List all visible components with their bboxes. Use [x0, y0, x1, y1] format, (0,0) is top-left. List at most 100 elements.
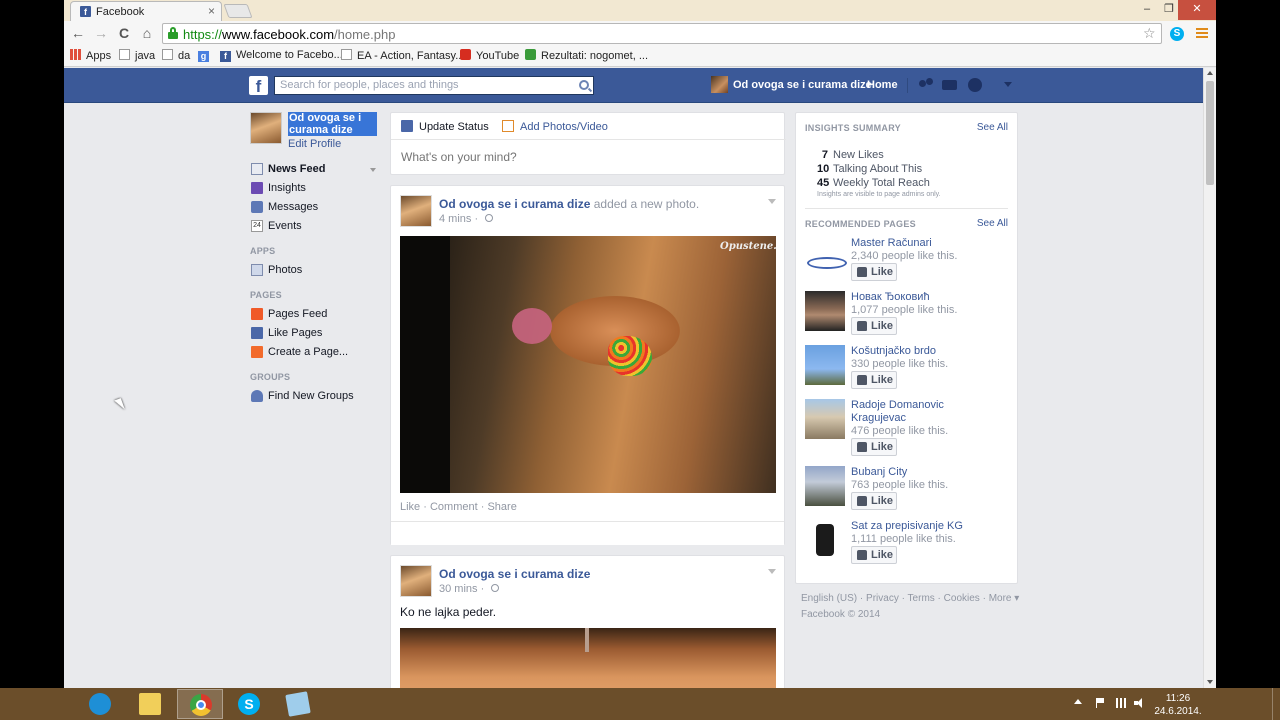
- recommended-see-all-link[interactable]: See All: [977, 218, 1008, 229]
- back-arrow-icon[interactable]: ←: [69, 25, 87, 41]
- page-name-link[interactable]: Bubanj City: [851, 466, 1001, 479]
- page-scrollbar[interactable]: [1203, 68, 1216, 688]
- page-thumbnail[interactable]: [805, 237, 847, 277]
- volume-icon[interactable]: [1134, 698, 1146, 708]
- close-window-button[interactable]: ✕: [1178, 0, 1216, 20]
- scroll-up-arrow-icon[interactable]: [1207, 71, 1213, 75]
- avatar[interactable]: [400, 195, 432, 227]
- taskbar-file-explorer[interactable]: [127, 689, 173, 719]
- taskbar-internet-explorer[interactable]: [77, 689, 123, 719]
- nav-item-messages[interactable]: Messages: [250, 199, 380, 217]
- scroll-down-arrow-icon[interactable]: [1207, 680, 1213, 684]
- avatar[interactable]: [400, 565, 432, 597]
- maximize-button[interactable]: ❐: [1158, 0, 1180, 20]
- page-name-link[interactable]: Sat za prepisivanje KG: [851, 520, 1001, 533]
- browser-tab[interactable]: f Facebook ×: [70, 1, 222, 21]
- nav-item-photos[interactable]: Photos: [250, 262, 380, 280]
- home-link[interactable]: Home: [867, 79, 898, 91]
- page-name-link[interactable]: Košutnjačko brdo: [851, 345, 1001, 358]
- like-page-button[interactable]: Like: [851, 492, 897, 510]
- like-page-button[interactable]: Like: [851, 263, 897, 281]
- nav-item-insights[interactable]: Insights: [250, 180, 380, 198]
- search-icon[interactable]: [579, 80, 589, 90]
- like-link[interactable]: Like: [400, 501, 420, 513]
- skype-extension-icon[interactable]: S: [1170, 27, 1184, 41]
- bookmark-youtube[interactable]: YouTube: [460, 49, 519, 62]
- nav-item-like-pages[interactable]: Like Pages: [250, 325, 380, 343]
- footer-link-terms[interactable]: Terms: [908, 593, 935, 604]
- reload-icon[interactable]: C: [115, 25, 133, 41]
- nav-item-pages-feed[interactable]: Pages Feed: [250, 306, 380, 324]
- tab-close-icon[interactable]: ×: [208, 4, 215, 18]
- new-tab-button[interactable]: [223, 4, 253, 18]
- show-hidden-icons-icon[interactable]: [1074, 699, 1082, 704]
- notifications-icon[interactable]: [968, 77, 984, 93]
- post-author[interactable]: Od ovoga se i curama dize added a new ph…: [439, 197, 699, 211]
- nav-item-news-feed[interactable]: News Feed: [250, 161, 380, 179]
- status-input[interactable]: [401, 150, 771, 164]
- footer-link-language[interactable]: English (US): [801, 593, 857, 604]
- messages-icon[interactable]: [942, 77, 958, 93]
- minimize-button[interactable]: –: [1136, 0, 1158, 20]
- post-photo[interactable]: [400, 628, 776, 688]
- bookmark-rezultati[interactable]: Rezultati: nogomet, ...: [525, 49, 648, 62]
- nav-item-events[interactable]: 24 Events: [250, 218, 380, 236]
- post-photo[interactable]: Opustene.rs: [400, 236, 776, 493]
- show-desktop-button[interactable]: [1272, 688, 1280, 720]
- taskbar-notepad[interactable]: [275, 689, 321, 719]
- scroll-thumb[interactable]: [1206, 81, 1214, 185]
- bookmark-star-icon[interactable]: ☆: [1143, 25, 1156, 42]
- insight-stat[interactable]: 7 New Likes: [817, 149, 884, 161]
- like-page-button[interactable]: Like: [851, 546, 897, 564]
- facebook-logo-icon[interactable]: f: [249, 76, 268, 96]
- bookmark-apps[interactable]: Apps: [70, 49, 111, 62]
- post-timestamp[interactable]: 4 mins ·: [439, 213, 494, 225]
- taskbar-clock[interactable]: 11:26 24.6.2014.: [1154, 692, 1202, 718]
- insight-stat[interactable]: 10 Talking About This: [817, 163, 922, 175]
- taskbar-skype[interactable]: S: [226, 689, 272, 719]
- action-center-flag-icon[interactable]: [1096, 698, 1104, 708]
- chrome-menu-icon[interactable]: [1196, 28, 1208, 40]
- page-thumbnail[interactable]: [805, 520, 845, 560]
- bookmark-google[interactable]: g: [198, 49, 214, 62]
- page-name-link[interactable]: Radoje Domanovic Kragujevac: [851, 399, 1001, 425]
- footer-link-cookies[interactable]: Cookies: [944, 593, 980, 604]
- comment-link[interactable]: Comment: [430, 501, 478, 513]
- taskbar-chrome[interactable]: [177, 689, 223, 719]
- page-thumbnail[interactable]: [805, 466, 845, 506]
- page-thumbnail[interactable]: [805, 345, 845, 385]
- friend-requests-icon[interactable]: [919, 77, 935, 93]
- post-options-caret-icon[interactable]: [768, 199, 776, 204]
- share-link[interactable]: Share: [487, 501, 516, 513]
- bookmark-da[interactable]: da: [162, 49, 190, 62]
- insights-see-all-link[interactable]: See All: [977, 122, 1008, 133]
- network-signal-icon[interactable]: [1114, 698, 1126, 708]
- address-bar[interactable]: https://www.facebook.com/home.php: [162, 23, 1162, 44]
- like-page-button[interactable]: Like: [851, 371, 897, 389]
- insight-stat[interactable]: 45 Weekly Total Reach: [817, 177, 930, 189]
- page-name-link[interactable]: Master Računari: [851, 237, 1001, 250]
- page-name-link[interactable]: Новак Ђоковић: [851, 291, 1001, 304]
- account-menu-caret-icon[interactable]: [1004, 82, 1012, 87]
- news-feed-options-caret-icon[interactable]: [370, 168, 376, 172]
- post-timestamp[interactable]: 30 mins ·: [439, 583, 500, 595]
- profile-picture[interactable]: [250, 112, 282, 144]
- post-author[interactable]: Od ovoga se i curama dize: [439, 567, 590, 581]
- edit-profile-link[interactable]: Edit Profile: [288, 138, 341, 150]
- search-box[interactable]: [274, 76, 594, 95]
- footer-link-more[interactable]: More ▾: [989, 593, 1020, 604]
- bookmark-facebook[interactable]: f Welcome to Facebo...: [220, 49, 343, 62]
- forward-arrow-icon[interactable]: →: [92, 25, 110, 41]
- page-thumbnail[interactable]: [805, 291, 845, 331]
- page-thumbnail[interactable]: [805, 399, 845, 439]
- update-status-tab[interactable]: Update Status: [401, 120, 489, 133]
- bookmark-java[interactable]: java: [119, 49, 155, 62]
- profile-name-link[interactable]: Od ovoga se i curama dize: [288, 112, 377, 136]
- post-options-caret-icon[interactable]: [768, 569, 776, 574]
- bookmark-ea[interactable]: EA - Action, Fantasy...: [341, 49, 464, 62]
- like-page-button[interactable]: Like: [851, 438, 897, 456]
- like-page-button[interactable]: Like: [851, 317, 897, 335]
- search-input[interactable]: [280, 79, 570, 91]
- nav-item-find-new-groups[interactable]: Find New Groups: [250, 388, 380, 406]
- home-icon[interactable]: ⌂: [138, 25, 156, 41]
